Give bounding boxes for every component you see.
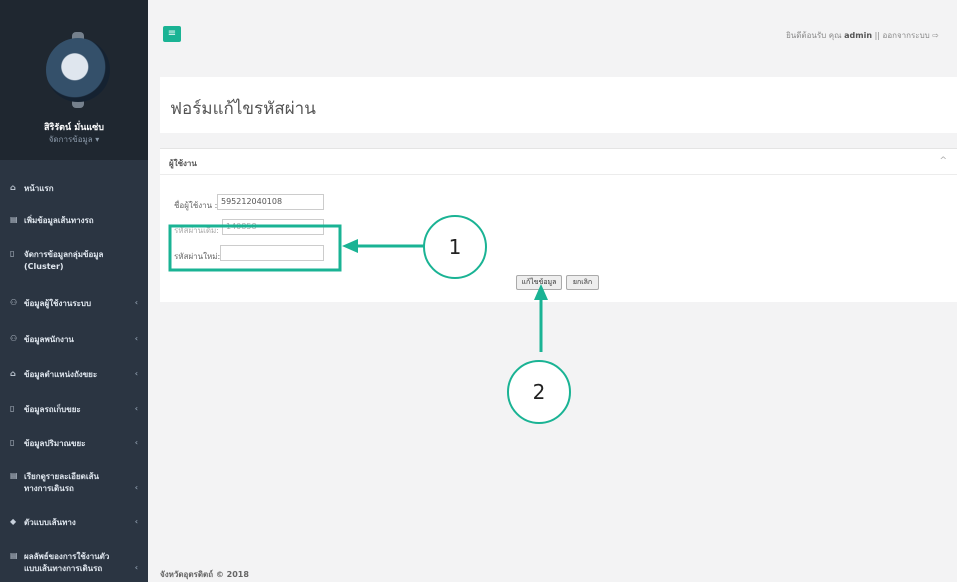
annotation-marker-1: 1 xyxy=(423,215,487,279)
annotation-marker-2: 2 xyxy=(507,360,571,424)
arrow-1-head xyxy=(342,239,358,253)
highlight-box xyxy=(168,224,342,272)
annotation-overlay xyxy=(168,224,548,352)
arrow-2-head xyxy=(534,284,548,300)
